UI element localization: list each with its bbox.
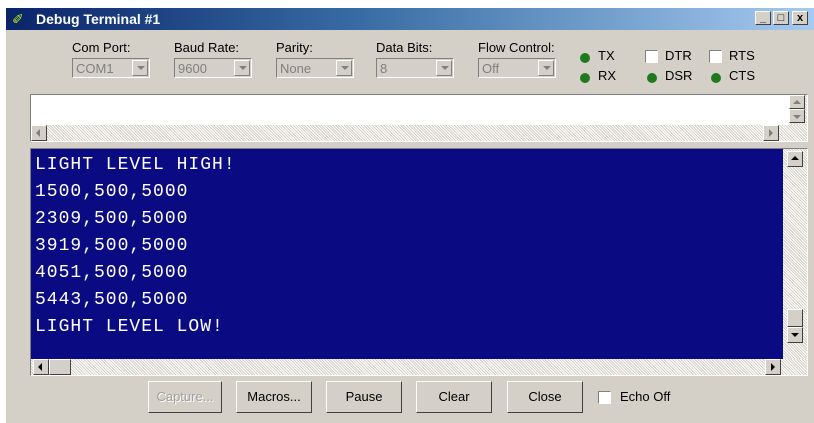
chevron-down-icon[interactable] (132, 60, 148, 76)
terminal-line: 4051,500,5000 (35, 263, 189, 283)
dtr-checkbox[interactable] (645, 50, 658, 63)
rx-label: RX (598, 68, 617, 83)
vertical-scroll-thumb[interactable] (787, 309, 803, 327)
clear-button[interactable]: Clear (416, 381, 492, 413)
baud-rate-label: Baud Rate: (174, 40, 240, 55)
parity-label: Parity: (276, 40, 313, 55)
arrow-right-icon[interactable] (763, 125, 779, 141)
cts-led-icon (711, 73, 721, 83)
rts-label: RTS (729, 48, 755, 63)
macros-button[interactable]: Macros... (236, 381, 312, 413)
rx-led-icon (580, 73, 590, 83)
chevron-down-icon[interactable] (234, 60, 250, 76)
terminal-line: 1500,500,5000 (35, 182, 189, 202)
com-port-value: COM1 (76, 61, 114, 76)
arrow-right-icon[interactable] (765, 359, 781, 375)
app-icon: ✐ (12, 11, 24, 27)
dsr-label: DSR (665, 68, 693, 83)
minimize-button[interactable]: _ (755, 11, 771, 25)
title-bar[interactable]: ✐ Debug Terminal #1 _ □ x (6, 8, 814, 30)
echo-off-label: Echo Off (620, 389, 671, 404)
data-bits-value: 8 (380, 61, 388, 76)
arrow-up-icon[interactable] (787, 151, 803, 167)
close-window-button[interactable]: x (792, 11, 808, 25)
transmit-horizontal-scrollbar[interactable] (31, 125, 807, 141)
close-button[interactable]: Close (507, 381, 583, 413)
data-bits-label: Data Bits: (376, 40, 433, 55)
terminal-line: 2309,500,5000 (35, 209, 189, 229)
window-title: Debug Terminal #1 (36, 11, 161, 27)
maximize-button[interactable]: □ (773, 11, 789, 25)
chevron-down-icon[interactable] (436, 60, 452, 76)
rts-checkbox[interactable] (709, 50, 722, 63)
flow-control-label: Flow Control: (478, 40, 555, 55)
dtr-label: DTR (665, 48, 692, 63)
com-port-label: Com Port: (72, 40, 131, 55)
dsr-led-icon (647, 73, 657, 83)
baud-rate-select[interactable]: 9600 (174, 58, 252, 78)
tx-led-icon (580, 53, 590, 63)
arrow-up-icon[interactable] (789, 95, 805, 109)
debug-terminal-window: ✐ Debug Terminal #1 _ □ x Com Port: COM1… (6, 8, 814, 423)
tx-label: TX (598, 48, 615, 63)
receive-terminal[interactable]: LIGHT LEVEL HIGH! 1500,500,5000 2309,500… (30, 148, 808, 376)
terminal-output: LIGHT LEVEL HIGH! 1500,500,5000 2309,500… (31, 149, 783, 359)
chevron-down-icon[interactable] (538, 60, 554, 76)
parity-select[interactable]: None (276, 58, 354, 78)
terminal-vertical-scrollbar[interactable] (783, 149, 807, 359)
arrow-down-icon[interactable] (789, 109, 805, 123)
parity-value: None (280, 61, 312, 76)
horizontal-scroll-thumb[interactable] (49, 359, 71, 375)
com-port-select[interactable]: COM1 (72, 58, 150, 78)
arrow-down-icon[interactable] (787, 327, 803, 343)
data-bits-select[interactable]: 8 (376, 58, 454, 78)
transmit-input[interactable] (30, 94, 808, 142)
arrow-left-icon[interactable] (31, 125, 47, 141)
pause-button[interactable]: Pause (326, 381, 402, 413)
flow-control-value: Off (482, 61, 500, 76)
terminal-line: 3919,500,5000 (35, 236, 189, 256)
arrow-left-icon[interactable] (33, 359, 49, 375)
baud-rate-value: 9600 (178, 61, 207, 76)
terminal-horizontal-scrollbar[interactable] (31, 359, 807, 375)
flow-control-select[interactable]: Off (478, 58, 556, 78)
chevron-down-icon[interactable] (336, 60, 352, 76)
terminal-line: LIGHT LEVEL HIGH! (35, 155, 236, 175)
transmit-vertical-scrollbar[interactable] (789, 95, 807, 125)
echo-off-checkbox[interactable] (598, 391, 611, 404)
terminal-line: 5443,500,5000 (35, 290, 189, 310)
cts-label: CTS (729, 68, 755, 83)
terminal-line: LIGHT LEVEL LOW! (35, 317, 224, 337)
capture-button[interactable]: Capture... (148, 381, 222, 413)
